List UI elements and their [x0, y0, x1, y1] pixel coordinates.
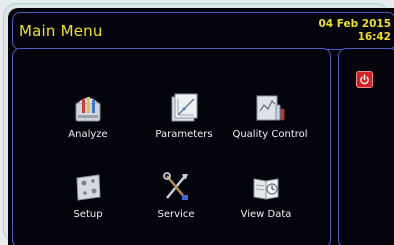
parameters-label: Parameters: [155, 129, 213, 140]
parameters-icon: [171, 93, 198, 122]
power-button[interactable]: [356, 71, 373, 88]
quality-control-button[interactable]: Quality Control: [225, 91, 315, 151]
analyzer-icon: [75, 97, 101, 122]
parameters-button[interactable]: Parameters: [139, 91, 229, 151]
screen: Main Menu 04 Feb 2015 16:42 Analyze Para…: [8, 8, 394, 245]
power-icon: [360, 74, 369, 85]
view-data-label: View Data: [240, 209, 292, 220]
setup-icon: [76, 174, 101, 201]
side-panel: [338, 48, 394, 245]
header-date: 04 Feb 2015: [318, 18, 391, 30]
service-label: Service: [157, 209, 195, 220]
view-data-button[interactable]: View Data: [221, 171, 311, 231]
analyze-label: Analyze: [68, 129, 108, 140]
analyze-button[interactable]: Analyze: [43, 91, 133, 151]
quality-control-icon: [256, 95, 285, 121]
service-button[interactable]: Service: [131, 171, 221, 231]
service-tools-icon: [163, 172, 188, 200]
setup-button[interactable]: Setup: [43, 171, 133, 231]
page-title: Main Menu: [19, 22, 103, 40]
setup-label: Setup: [73, 209, 103, 220]
view-data-icon: [253, 178, 279, 200]
quality-control-label: Quality Control: [232, 129, 308, 140]
header-time: 16:42: [357, 31, 391, 43]
menu-panel: Analyze Parameters Quality Control Setup…: [12, 48, 331, 245]
header-bar: Main Menu 04 Feb 2015 16:42: [12, 12, 394, 50]
